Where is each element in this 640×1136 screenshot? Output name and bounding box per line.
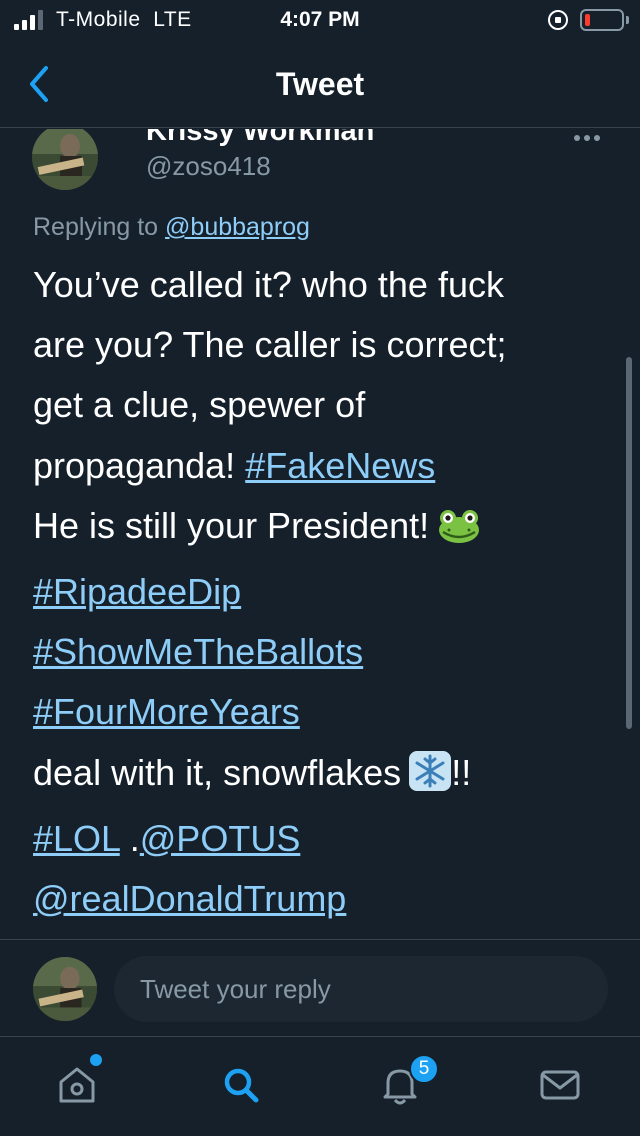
tab-search[interactable] bbox=[216, 1060, 266, 1110]
tweet-text-line: #RipadeeDip bbox=[33, 562, 613, 622]
tweet-text-line: deal with it, snowflakes !! bbox=[33, 743, 613, 809]
nav-header: Tweet bbox=[0, 40, 640, 128]
tweet-text-line: #ShowMeTheBallots bbox=[33, 622, 613, 682]
status-bar: T-Mobile LTE 4:07 PM bbox=[0, 0, 640, 40]
messages-icon bbox=[540, 1070, 580, 1100]
scrollbar[interactable] bbox=[626, 357, 632, 729]
avatar[interactable] bbox=[32, 129, 98, 190]
replying-to: Replying to @bubbaprog bbox=[33, 213, 310, 241]
more-options-button[interactable] bbox=[574, 131, 608, 145]
tweet-text-line: #FourMoreYears bbox=[33, 682, 613, 742]
replying-to-link[interactable]: @bubbaprog bbox=[165, 213, 310, 241]
tweet-text-line: He is still your President! bbox=[33, 496, 613, 562]
hashtag-link[interactable]: #LOL bbox=[33, 818, 120, 859]
page-title: Tweet bbox=[275, 66, 365, 102]
user-handle[interactable]: @zoso418 bbox=[146, 151, 271, 182]
tweet-text-line: propaganda! #FakeNews bbox=[33, 444, 436, 486]
mention-link[interactable]: @POTUS bbox=[140, 818, 301, 859]
frog-emoji-icon bbox=[437, 502, 481, 562]
avatar-photo bbox=[33, 957, 97, 1021]
tweet-text-line: get a clue, spewer of bbox=[33, 384, 366, 426]
avatar[interactable] bbox=[33, 957, 97, 1021]
battery-icon bbox=[580, 9, 624, 31]
tweet-text-line: #LOL .@POTUS bbox=[33, 817, 301, 859]
tweet-text: You’ve called it? who the fuck are you? … bbox=[33, 255, 613, 929]
notifications-badge: 5 bbox=[409, 1054, 439, 1084]
avatar-photo bbox=[32, 129, 98, 190]
hashtag-link[interactable]: #FakeNews bbox=[245, 445, 435, 486]
status-time: 4:07 PM bbox=[280, 8, 360, 31]
orientation-lock-icon bbox=[548, 10, 568, 30]
home-icon bbox=[59, 1067, 95, 1103]
tab-bar bbox=[0, 1038, 640, 1136]
reply-input[interactable] bbox=[114, 956, 608, 1022]
tweet-text-line: @realDonaldTrump bbox=[33, 869, 613, 929]
hashtag-link[interactable]: #FourMoreYears bbox=[33, 691, 300, 732]
snowflake-emoji-icon bbox=[409, 749, 452, 809]
tweet-detail: Krissy Workman @zoso418 Replying to @bub… bbox=[0, 129, 640, 939]
hashtag-link[interactable]: #ShowMeTheBallots bbox=[33, 631, 363, 672]
tweet-text-line: You’ve called it? who the fuck bbox=[33, 264, 504, 305]
hashtag-link[interactable]: #RipadeeDip bbox=[33, 571, 241, 612]
search-icon bbox=[224, 1068, 259, 1103]
display-name[interactable]: Krissy Workman bbox=[146, 129, 374, 148]
tweet-text-line: are you? The caller is correct; bbox=[33, 324, 507, 366]
new-content-dot bbox=[90, 1054, 102, 1066]
tab-home[interactable] bbox=[52, 1060, 102, 1110]
mention-link[interactable]: @realDonaldTrump bbox=[33, 878, 346, 919]
reply-bar bbox=[0, 939, 640, 1037]
tab-messages[interactable] bbox=[535, 1060, 585, 1110]
